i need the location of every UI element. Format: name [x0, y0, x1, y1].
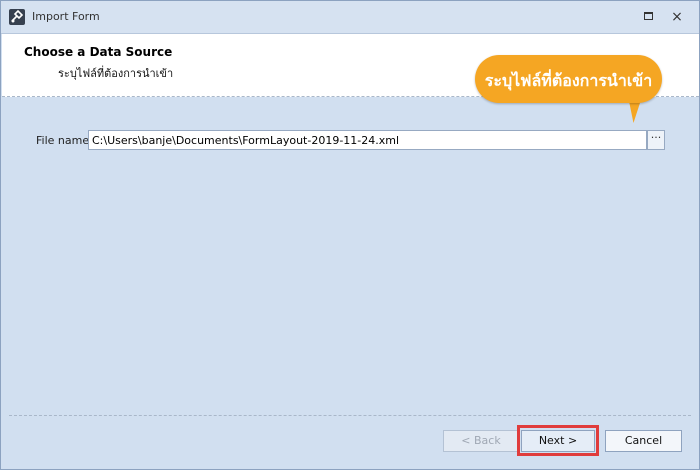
app-icon — [9, 9, 25, 25]
annotation-callout: ระบุไฟล์ที่ต้องการนำเข้า — [475, 55, 662, 103]
close-button[interactable]: × — [669, 9, 685, 25]
import-form-window: Import Form × Choose a Data Source ระบุไ… — [0, 0, 700, 470]
file-name-input[interactable] — [88, 130, 647, 150]
page-subtitle: ระบุไฟล์ที่ต้องการนำเข้า — [58, 67, 174, 80]
footer-divider — [9, 415, 691, 416]
title-bar: Import Form × — [1, 1, 699, 34]
window-title: Import Form — [32, 10, 100, 23]
callout-text: ระบุไฟล์ที่ต้องการนำเข้า — [484, 71, 653, 90]
cancel-button[interactable]: Cancel — [605, 430, 682, 452]
restore-button[interactable] — [641, 9, 657, 25]
page-title: Choose a Data Source — [24, 45, 173, 59]
browse-button[interactable]: ··· — [647, 130, 665, 150]
back-button[interactable]: < Back — [443, 430, 519, 452]
next-button-highlight — [517, 425, 599, 456]
file-name-label: File name — [36, 134, 90, 147]
restore-icon — [644, 12, 653, 20]
